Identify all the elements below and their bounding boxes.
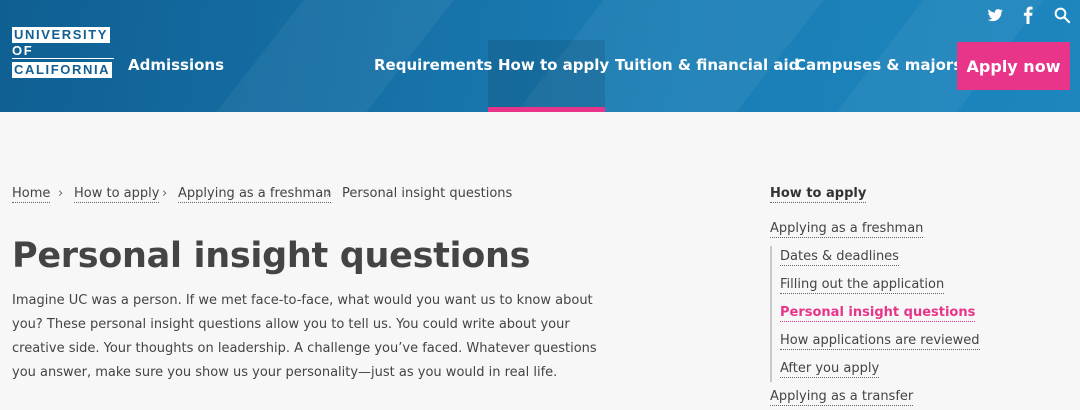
logo-line-1: UNIVERSITY [12, 27, 111, 43]
sidebar-item-personal-insight[interactable]: Personal insight questions [780, 305, 976, 322]
nav-active-highlight [488, 40, 605, 112]
logo-line-3: CALIFORNIA [12, 62, 113, 78]
site-header: UNIVERSITY OF CALIFORNIA Admissions Requ… [0, 0, 1080, 112]
nav-requirements[interactable]: Requirements [374, 56, 492, 74]
twitter-icon[interactable] [986, 6, 1004, 24]
sidebar-item-filling-application[interactable]: Filling out the application [780, 277, 945, 294]
nav-tuition-financial-aid[interactable]: Tuition & financial aid [615, 56, 799, 74]
nav-campuses-majors[interactable]: Campuses & majors [795, 56, 962, 74]
facebook-icon[interactable] [1022, 6, 1034, 24]
breadcrumb-separator-icon: › [326, 186, 332, 201]
breadcrumb-home[interactable]: Home [12, 186, 51, 203]
sidebar-heading-how-to-apply[interactable]: How to apply [770, 186, 867, 203]
sidebar-item-applying-transfer[interactable]: Applying as a transfer [770, 389, 914, 406]
intro-paragraph: Imagine UC was a person. If we met face-… [12, 293, 597, 380]
page-title: Personal insight questions [12, 236, 531, 276]
breadcrumb-applying-freshman[interactable]: Applying as a freshman [178, 186, 332, 203]
nav-how-to-apply[interactable]: How to apply [498, 56, 609, 74]
brand-admissions[interactable]: Admissions [128, 56, 224, 74]
breadcrumb-separator-icon: › [58, 186, 64, 201]
apply-now-button[interactable]: Apply now [957, 42, 1070, 90]
university-logo[interactable]: UNIVERSITY OF CALIFORNIA [12, 24, 114, 78]
logo-line-2: OF [12, 43, 114, 59]
breadcrumb-separator-icon: › [162, 186, 168, 201]
sidebar-item-applying-freshman[interactable]: Applying as a freshman [770, 221, 924, 238]
sidebar-item-after-apply[interactable]: After you apply [780, 361, 880, 378]
sidebar-subnav-rule [770, 246, 772, 382]
breadcrumb-current: Personal insight questions [342, 186, 513, 201]
breadcrumb-how-to-apply[interactable]: How to apply [74, 186, 160, 203]
nav-active-underline [488, 107, 605, 112]
sidebar-item-applications-reviewed[interactable]: How applications are reviewed [780, 333, 980, 350]
search-icon[interactable] [1053, 6, 1071, 24]
sidebar-item-dates-deadlines[interactable]: Dates & deadlines [780, 249, 899, 266]
